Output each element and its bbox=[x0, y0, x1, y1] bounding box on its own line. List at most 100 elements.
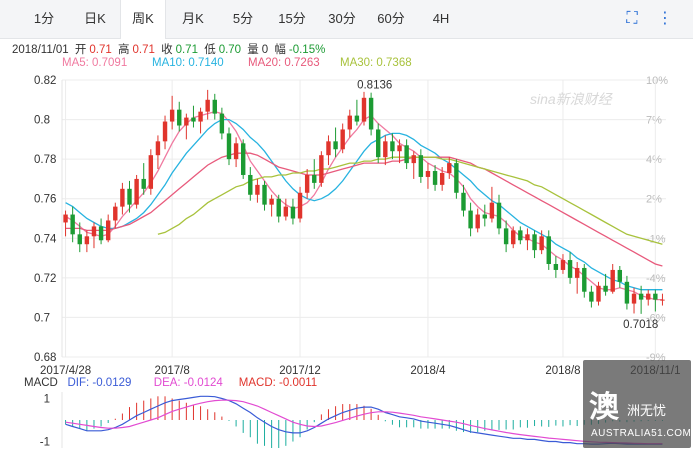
candle-body bbox=[660, 299, 665, 301]
candle-body bbox=[84, 236, 90, 245]
y-tick-label: 0.78 bbox=[34, 154, 56, 166]
more-icon[interactable]: ⋮ bbox=[655, 9, 675, 29]
badge-sub: 洲无忧 bbox=[627, 403, 667, 418]
candle-body bbox=[624, 281, 630, 304]
dif-line bbox=[65, 395, 663, 445]
candle-body bbox=[169, 109, 175, 122]
candle-body bbox=[248, 174, 253, 195]
y-tick-label: 0.76 bbox=[34, 194, 56, 206]
candle-body bbox=[98, 226, 104, 241]
candle-body bbox=[646, 293, 651, 300]
candle-body bbox=[297, 192, 303, 219]
candle-body bbox=[347, 115, 352, 130]
tab-5[interactable]: 15分 bbox=[270, 0, 314, 38]
candle-body bbox=[539, 236, 544, 251]
x-tick-label: 2017/12 bbox=[279, 365, 321, 377]
candle-body bbox=[233, 143, 239, 160]
candle-body bbox=[191, 117, 196, 122]
candle-body bbox=[511, 230, 516, 245]
y-tick-label: 0.82 bbox=[34, 75, 56, 87]
tab-3[interactable]: 月K bbox=[172, 0, 214, 38]
candle-body bbox=[496, 202, 502, 229]
badge-url: AUSTRALIA51.COM bbox=[591, 428, 692, 439]
x-tick-label: 2018/8 bbox=[545, 365, 580, 377]
candle-body bbox=[127, 188, 132, 205]
corner-watermark-badge: 澳 洲无忧 AUSTRALIA51.COM bbox=[583, 360, 691, 448]
y-tick-label: 0.8 bbox=[34, 115, 50, 127]
candle-body bbox=[603, 285, 608, 292]
candle-body bbox=[269, 198, 274, 205]
candle-body bbox=[120, 188, 125, 207]
candle-body bbox=[567, 260, 573, 278]
min-annotation: 0.7018 bbox=[623, 319, 658, 331]
candle-body bbox=[468, 210, 473, 229]
candle-body bbox=[212, 99, 217, 114]
candle-body bbox=[454, 163, 459, 193]
candle-body bbox=[77, 234, 82, 245]
tab-2[interactable]: 周K bbox=[120, 0, 166, 39]
tab-4[interactable]: 5分 bbox=[222, 0, 264, 38]
candle-body bbox=[148, 155, 154, 189]
candle-body bbox=[376, 129, 381, 158]
candle-body bbox=[113, 206, 118, 221]
candle-body bbox=[482, 214, 488, 219]
candle-body bbox=[383, 141, 388, 158]
candle-body bbox=[333, 141, 338, 150]
tab-8[interactable]: 4H bbox=[420, 0, 462, 38]
candle-body bbox=[162, 121, 168, 142]
candle-body bbox=[631, 293, 637, 304]
candle-body bbox=[439, 172, 445, 185]
candle-body bbox=[546, 236, 551, 265]
y-tick-label: 0.7 bbox=[34, 312, 50, 324]
info-open-label: 开 bbox=[74, 44, 87, 56]
info-high: 0.71 bbox=[132, 44, 155, 56]
info-amp: -0.15% bbox=[288, 44, 326, 56]
candle-body bbox=[574, 267, 580, 278]
candle-body bbox=[368, 97, 374, 130]
candle-body bbox=[198, 111, 203, 122]
candle-body bbox=[461, 192, 466, 211]
x-tick-label: 2017/4/28 bbox=[40, 365, 91, 377]
tab-1[interactable]: 日K bbox=[74, 0, 116, 38]
candle-body bbox=[155, 141, 161, 156]
info-low-label: 低 bbox=[204, 44, 216, 56]
candle-body bbox=[63, 214, 68, 223]
candlestick-chart[interactable]: 0.82 10% 0.8 7% 0.78 4% 0.76 2% 0.74 -1% 0.72 -4% 0.… bbox=[0, 68, 693, 378]
candle-body bbox=[475, 214, 480, 229]
pct-tick-label: 10% bbox=[646, 75, 668, 87]
candle-body bbox=[411, 155, 416, 164]
candle-body bbox=[589, 291, 594, 302]
candle-body bbox=[638, 293, 644, 300]
ma-line-ma5 bbox=[65, 111, 663, 301]
pct-tick-label: -4% bbox=[646, 273, 666, 285]
candle-body bbox=[340, 129, 345, 150]
candle-body bbox=[255, 184, 260, 195]
candle-body bbox=[582, 267, 587, 292]
candle-body bbox=[390, 141, 395, 152]
candle-body bbox=[489, 202, 495, 219]
tab-7[interactable]: 60分 bbox=[368, 0, 414, 38]
x-tick-label: 2018/4 bbox=[410, 365, 446, 377]
candle-body bbox=[404, 145, 409, 164]
pct-tick-label: 7% bbox=[646, 115, 662, 127]
macd-y-tick: 1 bbox=[44, 393, 50, 405]
candle-body bbox=[503, 228, 509, 245]
tab-0[interactable]: 1分 bbox=[22, 0, 66, 38]
candle-body bbox=[653, 293, 658, 300]
candle-body bbox=[432, 171, 438, 185]
candle-body bbox=[240, 143, 246, 175]
candle-body bbox=[91, 226, 97, 237]
pct-tick-label: 4% bbox=[646, 154, 662, 166]
candle-body bbox=[276, 198, 281, 217]
tab-6[interactable]: 30分 bbox=[320, 0, 364, 38]
candle-body bbox=[397, 145, 402, 152]
fullscreen-icon[interactable]: ⛶ bbox=[622, 9, 642, 29]
candle-body bbox=[105, 220, 111, 241]
candle-body bbox=[610, 269, 615, 292]
y-tick-label: 0.74 bbox=[34, 233, 57, 245]
y-tick-label: 0.68 bbox=[34, 352, 56, 364]
candle-body bbox=[596, 285, 601, 302]
candle-body bbox=[326, 141, 331, 156]
candle-body bbox=[290, 206, 296, 219]
candle-body bbox=[226, 133, 232, 160]
